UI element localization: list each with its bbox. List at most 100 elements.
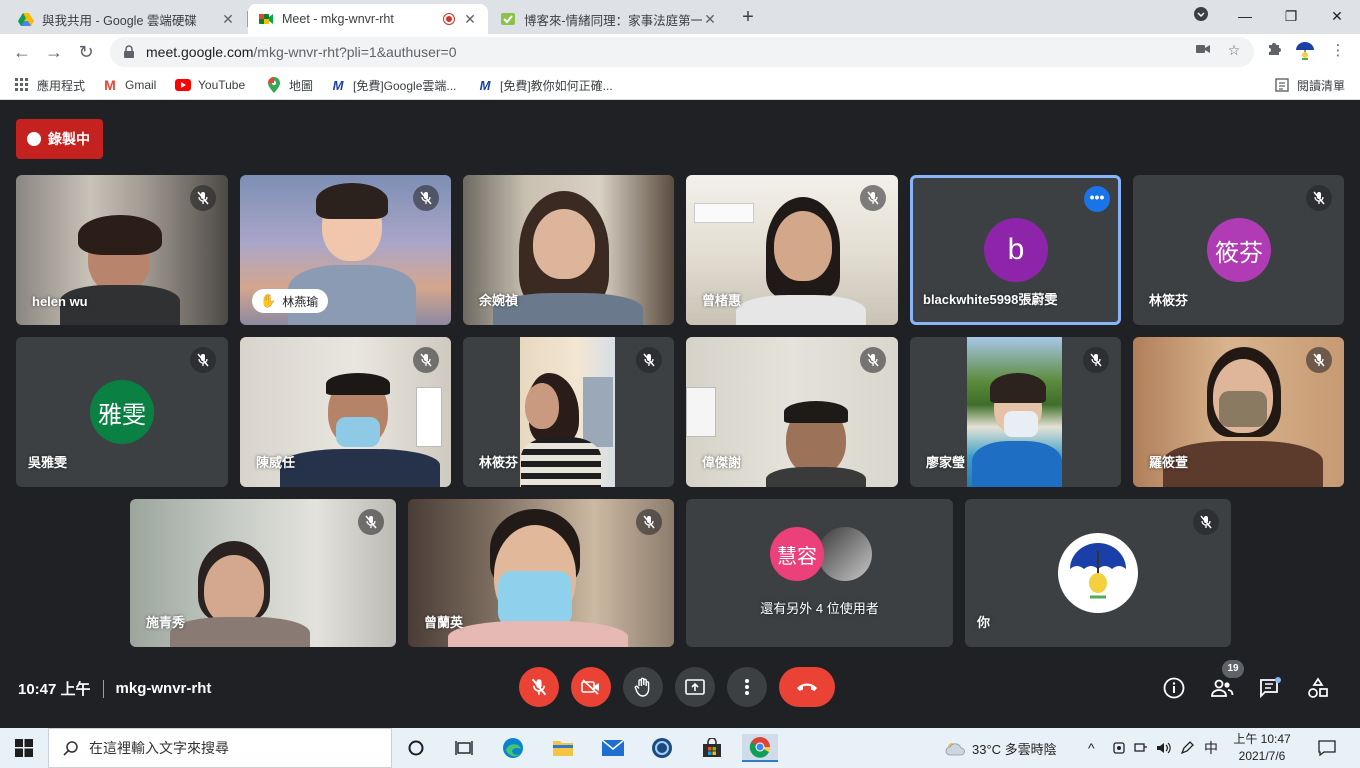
participant-tile[interactable]: 林筱芬 [463,337,674,487]
activities-button[interactable] [1305,675,1331,701]
tab-meet[interactable]: Meet - mkg-wnvr-rht ✕ [248,4,488,34]
hang-up-icon [797,683,817,691]
restore-button[interactable]: ❐ [1268,4,1314,30]
mic-off-icon [636,509,662,535]
raised-hand-indicator: ✋ 林燕瑜 [252,289,329,313]
participant-hair [990,373,1046,403]
participant-tile[interactable]: 雅雯 吳雅雯 [16,337,228,487]
bookmark-star-icon[interactable]: ☆ [1225,41,1243,59]
participant-tile[interactable]: 曾蘭英 [408,499,674,647]
tab-close-icon[interactable]: ✕ [702,11,718,27]
self-tile[interactable]: 你 [965,499,1231,647]
tab-close-icon[interactable]: ✕ [462,11,478,27]
windows-logo-icon [15,739,33,757]
participant-tile[interactable]: 羅筱萱 [1133,337,1344,487]
participant-name: 施青秀 [146,615,186,630]
participant-tile[interactable]: ✋ 林燕瑜 [240,175,451,325]
tab-books[interactable]: 博客來-情緒同理：家事法庭第一 ✕ [490,4,728,34]
participant-tile[interactable]: 余婉禎 [463,175,674,325]
mail-icon [602,740,624,756]
more-vert-icon [745,679,749,695]
close-window-button[interactable]: ✕ [1314,4,1360,30]
network-icon[interactable] [1134,741,1148,755]
taskbar-search-box[interactable]: 在這裡輸入文字來搜尋 [48,728,392,768]
edge-app[interactable] [498,734,528,762]
participant-body [766,467,866,487]
others-tile[interactable]: 慧容 還有另外 4 位使用者 [686,499,953,647]
weather-text: 33°C 多雲時陰 [972,741,1057,757]
file-explorer-app[interactable] [548,734,578,762]
minimize-button[interactable]: — [1222,4,1268,30]
participant-avatar: b [984,218,1048,282]
participant-tile[interactable]: helen wu [16,175,228,325]
participant-name: blackwhite5998張蔚雯 [923,292,1058,307]
start-button[interactable] [0,728,48,768]
more-options-button[interactable]: ••• [1084,186,1110,212]
chrome-app[interactable] [742,734,778,762]
ime-indicator[interactable]: 中 [1204,738,1218,758]
bookmark-maps[interactable]: 地圖 [266,76,313,94]
notifications-button[interactable] [1318,728,1336,768]
books-site-icon [501,13,515,25]
participant-tile[interactable]: 施青秀 [130,499,396,647]
leave-call-button[interactable] [779,667,835,707]
browser-menu-icon[interactable]: ⋮ [1328,41,1348,61]
cortana-circle-icon [408,740,424,756]
face-mask [1004,411,1038,437]
bookmark-tutorial[interactable]: M [免費]教你如何正確... [477,76,613,94]
reload-button[interactable]: ↻ [74,40,98,64]
participant-body [736,295,866,325]
bookmark-youtube[interactable]: YouTube [175,76,245,94]
address-bar[interactable]: meet.google.com/mkg-wnvr-rht?pli=1&authu… [110,37,1254,67]
hand-icon [634,677,650,697]
participant-tile[interactable]: b ••• blackwhite5998張蔚雯 [910,175,1121,325]
tab-google-drive[interactable]: 與我共用 - Google 雲端硬碟 ✕ [8,4,246,34]
present-screen-button[interactable] [675,667,715,707]
recording-badge[interactable]: 錄製中 [16,119,103,159]
reading-list[interactable]: 閱讀清單 [1274,76,1345,94]
participant-name: 林燕瑜 [282,294,319,309]
new-tab-button[interactable]: + [736,6,760,30]
tab-strip: 與我共用 - Google 雲端硬碟 ✕ Meet - mkg-wnvr-rht… [0,0,1360,34]
bookmark-gmail[interactable]: M Gmail [102,76,156,94]
participant-tile[interactable]: 廖家瑩 [910,337,1121,487]
more-options-button[interactable] [727,667,767,707]
participant-tile[interactable]: 筱芬 林筱芬 [1133,175,1344,325]
participant-tile[interactable]: 偉傑謝 [686,337,898,487]
participant-tile[interactable]: 曾楮惠 [686,175,898,325]
bookmark-google-drive-tutorial[interactable]: M [免費]Google雲端... [330,76,457,94]
mic-off-icon [190,347,216,373]
mic-toggle-button[interactable] [519,667,559,707]
system-clock[interactable]: 上午 10:47 2021/7/6 [1232,731,1292,765]
raise-hand-button[interactable] [623,667,663,707]
forward-button[interactable]: → [42,40,66,64]
tab-search-button[interactable] [1178,4,1224,30]
meeting-info-button[interactable] [1161,675,1187,701]
chat-button[interactable] [1257,675,1283,701]
bookmark-label: YouTube [198,78,246,92]
bookmark-apps[interactable]: 應用程式 [14,76,85,94]
security-app[interactable] [647,734,677,762]
tab-close-icon[interactable]: ✕ [220,11,236,27]
maps-pin-icon [266,77,282,93]
camera-in-use-icon[interactable] [1194,41,1212,59]
chevron-down-circle-icon [1194,7,1208,21]
back-button[interactable]: ← [10,40,34,64]
store-app[interactable] [697,734,727,762]
participant-name: 吳雅雯 [28,455,68,470]
task-view-button[interactable] [449,734,479,762]
location-icon[interactable] [1112,741,1126,755]
mic-off-icon [531,678,547,696]
cortana-button[interactable] [401,734,431,762]
volume-icon[interactable] [1156,741,1172,755]
meeting-code: mkg-wnvr-rht [115,680,212,697]
pen-icon[interactable] [1180,741,1194,755]
show-hidden-icons-button[interactable]: ^ [1088,728,1095,768]
participants-button[interactable] [1209,675,1235,701]
weather-widget[interactable]: 33°C 多雲時陰 [944,728,1057,768]
participant-tile[interactable]: 陳威任 [240,337,451,487]
extensions-puzzle-icon[interactable] [1264,41,1284,61]
mail-app[interactable] [598,734,628,762]
camera-toggle-button[interactable] [571,667,611,707]
profile-avatar[interactable] [1294,40,1314,60]
